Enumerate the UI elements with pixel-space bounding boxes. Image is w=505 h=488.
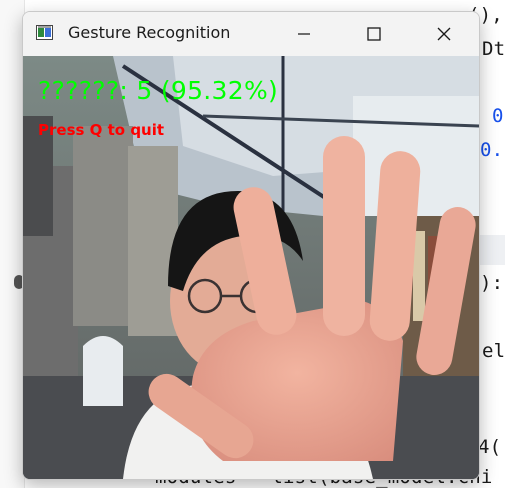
window-titlebar[interactable]: Gesture Recognition — [23, 12, 479, 56]
prediction-label: ??????: 5 (95.32%) — [38, 76, 279, 105]
gesture-recognition-window[interactable]: Gesture Recognition ??????: 5 (95.32%) P… — [22, 11, 480, 480]
camera-feed: ??????: 5 (95.32%) Press Q to quit — [23, 56, 479, 479]
minimize-icon — [297, 27, 311, 41]
maximize-button[interactable] — [339, 12, 409, 56]
quit-hint-label: Press Q to quit — [38, 121, 165, 139]
code-line: Dt — [482, 38, 505, 60]
close-icon — [437, 27, 451, 41]
window-title: Gesture Recognition — [68, 23, 231, 42]
camera-image — [23, 56, 479, 479]
close-button[interactable] — [409, 12, 479, 56]
code-line: 0. — [480, 139, 504, 161]
minimize-button[interactable] — [269, 12, 339, 56]
maximize-icon — [367, 27, 381, 41]
app-window-icon — [36, 25, 53, 40]
code-line: ): — [480, 272, 504, 294]
code-line: el_ — [482, 340, 505, 362]
code-line: 0 — [492, 105, 504, 127]
code-line: 4( — [478, 436, 502, 458]
